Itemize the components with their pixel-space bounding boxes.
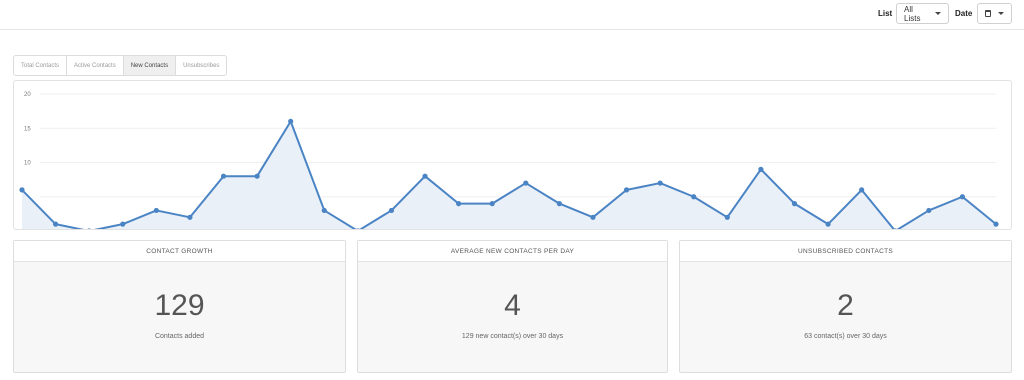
new-contacts-chart: 5101520 xyxy=(13,80,1012,230)
data-point[interactable] xyxy=(523,180,529,186)
data-point[interactable] xyxy=(288,118,294,124)
data-point[interactable] xyxy=(859,187,865,193)
average-new-contacts-card: Average New Contacts Per Day 4 129 new c… xyxy=(357,240,668,373)
list-filter-label: List xyxy=(878,9,893,18)
data-point[interactable] xyxy=(556,201,562,207)
date-picker-button[interactable] xyxy=(977,3,1012,24)
y-tick-label: 20 xyxy=(24,92,31,98)
data-point[interactable] xyxy=(254,173,260,179)
top-filter-bar: List All Lists Date xyxy=(0,0,1024,30)
data-point[interactable] xyxy=(993,221,999,227)
list-select[interactable]: All Lists xyxy=(896,3,949,24)
unsubscribed-contacts-card: Unsubscribed Contacts 2 63 contact(s) ov… xyxy=(679,240,1012,373)
data-point[interactable] xyxy=(657,180,663,186)
data-point[interactable] xyxy=(623,187,630,193)
data-point[interactable] xyxy=(120,221,126,227)
contact-growth-card: Contact Growth 129 Contacts added xyxy=(13,240,346,373)
chevron-down-icon xyxy=(935,12,941,15)
metric-tabs: Total Contacts Active Contacts New Conta… xyxy=(13,55,228,76)
data-point[interactable] xyxy=(187,214,193,220)
data-point[interactable] xyxy=(489,201,495,207)
y-tick-label: 15 xyxy=(24,126,31,132)
data-point[interactable] xyxy=(791,201,798,207)
data-point[interactable] xyxy=(355,228,360,230)
calendar-icon xyxy=(985,10,991,17)
data-point[interactable] xyxy=(758,166,764,172)
data-point[interactable] xyxy=(220,173,227,179)
card-title: Contact Growth xyxy=(14,241,345,262)
chart-svg: 5101520 xyxy=(19,92,999,230)
card-subtitle: Contacts added xyxy=(154,333,205,340)
card-subtitle: 129 new contact(s) over 30 days xyxy=(461,333,564,340)
list-select-value: All Lists xyxy=(904,4,921,23)
data-point[interactable] xyxy=(87,228,92,230)
card-value: 4 xyxy=(504,289,521,322)
tab-total-contacts[interactable]: Total Contacts xyxy=(14,56,68,75)
card-value: 129 xyxy=(154,289,205,322)
data-point[interactable] xyxy=(926,207,932,214)
data-point[interactable] xyxy=(724,214,730,220)
data-point[interactable] xyxy=(959,194,966,200)
card-subtitle: 63 contact(s) over 30 days xyxy=(804,333,887,340)
data-point[interactable] xyxy=(52,221,59,227)
tab-new-contacts[interactable]: New Contacts xyxy=(123,56,177,75)
card-title: Average New Contacts Per Day xyxy=(358,241,667,262)
data-point[interactable] xyxy=(19,187,25,193)
data-point[interactable] xyxy=(321,207,327,214)
data-point[interactable] xyxy=(456,201,462,207)
y-tick-label: 10 xyxy=(24,161,31,167)
data-point[interactable] xyxy=(691,194,697,200)
chevron-down-icon xyxy=(998,12,1004,15)
card-title: Unsubscribed Contacts xyxy=(680,241,1011,262)
tab-unsubscribes[interactable]: Unsubscribes xyxy=(176,56,226,75)
card-value: 2 xyxy=(837,289,854,322)
data-point[interactable] xyxy=(825,221,831,227)
data-point[interactable] xyxy=(153,207,159,214)
data-point[interactable] xyxy=(590,214,596,220)
data-point[interactable] xyxy=(388,207,395,214)
tab-active-contacts[interactable]: Active Contacts xyxy=(67,56,124,75)
date-filter-label: Date xyxy=(955,9,973,18)
data-point[interactable] xyxy=(422,173,428,179)
